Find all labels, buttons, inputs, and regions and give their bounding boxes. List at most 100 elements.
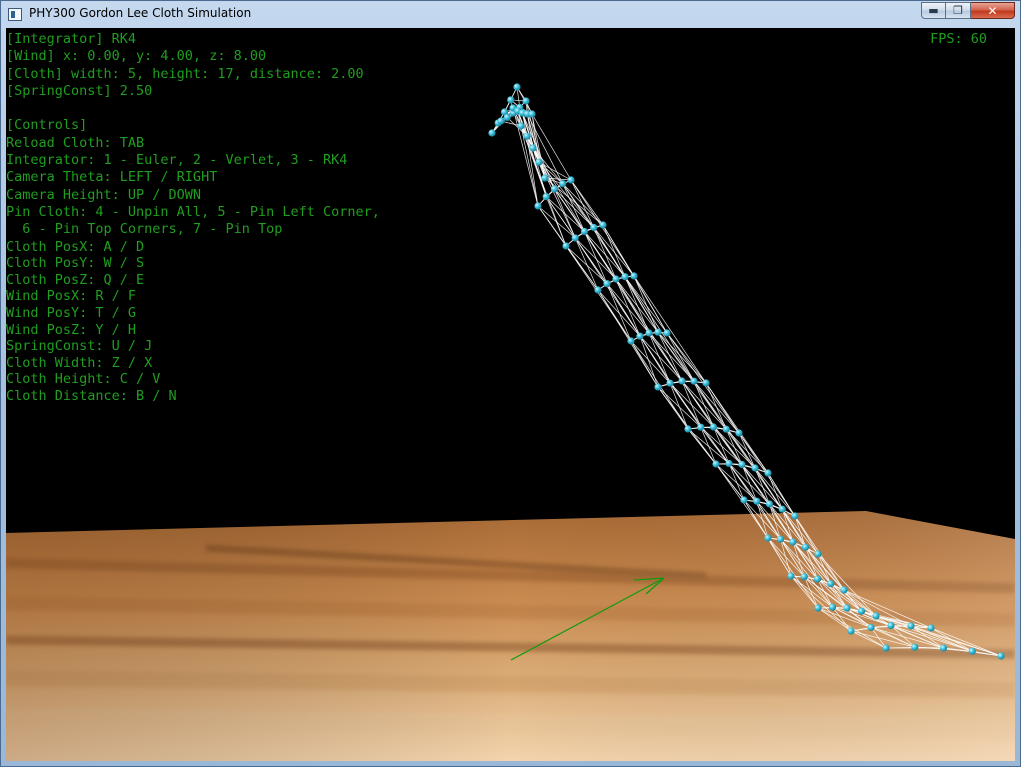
cloth-node bbox=[776, 535, 785, 543]
cloth-node bbox=[541, 174, 549, 182]
hud-control-line: Camera Theta: LEFT / RIGHT bbox=[6, 169, 218, 186]
cloth-node bbox=[666, 379, 674, 387]
cloth-node bbox=[523, 132, 531, 140]
cloth-node bbox=[522, 97, 530, 105]
cloth-node bbox=[887, 621, 895, 630]
cloth-node bbox=[814, 550, 822, 558]
hud-control-line: Wind PosY: T / G bbox=[6, 304, 137, 321]
window-app-icon[interactable] bbox=[8, 8, 22, 21]
cloth-node bbox=[645, 329, 653, 337]
cloth-node bbox=[529, 144, 537, 152]
cloth-node bbox=[738, 460, 746, 469]
app-window: PHY300 Gordon Lee Cloth Simulation ▬ ❐ ✕ bbox=[0, 0, 1021, 767]
cloth-spring bbox=[666, 332, 707, 384]
cloth-node bbox=[814, 604, 822, 612]
cloth-spring bbox=[700, 427, 717, 465]
cloth-node bbox=[690, 377, 698, 385]
cloth-node bbox=[654, 383, 662, 391]
cloth-node bbox=[550, 185, 559, 193]
hud-control-line: Cloth PosX: A / D bbox=[6, 238, 145, 255]
cloth-node bbox=[571, 234, 579, 242]
hud-control-line: Camera Height: UP / DOWN bbox=[6, 186, 202, 203]
cloth-node bbox=[778, 505, 786, 513]
cloth-node bbox=[800, 573, 808, 581]
cloth-node bbox=[488, 129, 496, 137]
cloth-node bbox=[567, 176, 575, 184]
render-viewport[interactable]: [Integrator] RK4 [Wind] x: 0.00, y: 4.00… bbox=[6, 28, 1015, 761]
cloth-node bbox=[847, 627, 855, 635]
cloth-node bbox=[654, 328, 662, 336]
floor-shade bbox=[6, 511, 1015, 761]
title-bar[interactable]: PHY300 Gordon Lee Cloth Simulation ▬ ❐ ✕ bbox=[1, 1, 1020, 28]
hud-control-line: Reload Cloth: TAB bbox=[6, 134, 145, 151]
cloth-node bbox=[562, 242, 570, 250]
cloth-spring bbox=[565, 245, 608, 284]
close-button[interactable]: ✕ bbox=[971, 2, 1015, 19]
cloth-node bbox=[722, 425, 730, 433]
minimize-button[interactable]: ▬ bbox=[921, 2, 946, 19]
cloth-node bbox=[764, 534, 772, 542]
cloth-spring bbox=[593, 227, 635, 277]
cloth-node bbox=[535, 158, 543, 166]
hud-control-line: Cloth Distance: B / N bbox=[6, 387, 177, 404]
cloth-node bbox=[753, 497, 761, 505]
cloth-node bbox=[997, 652, 1005, 660]
cloth-node bbox=[503, 113, 511, 122]
cloth-node bbox=[882, 644, 890, 652]
cloth-node bbox=[534, 202, 542, 210]
hud-panel: [Integrator] RK4 [Wind] x: 0.00, y: 4.00… bbox=[6, 31, 380, 405]
cloth-node bbox=[702, 379, 710, 387]
hud-spring-const: [SpringConst] 2.50 bbox=[6, 82, 153, 99]
close-icon: ✕ bbox=[987, 3, 998, 18]
cloth-node bbox=[684, 425, 692, 433]
maximize-icon: ❐ bbox=[953, 4, 963, 17]
cloth-node bbox=[907, 622, 915, 630]
cloth-node bbox=[712, 460, 720, 468]
caption-buttons: ▬ ❐ ✕ bbox=[921, 2, 1015, 21]
cloth-spring bbox=[606, 283, 632, 342]
hud-control-line: Cloth PosY: W / S bbox=[6, 255, 145, 272]
cloth-node bbox=[590, 223, 598, 232]
hud-control-line: Cloth PosZ: Q / E bbox=[6, 271, 145, 288]
cloth-node bbox=[507, 96, 515, 104]
cloth-node bbox=[939, 644, 948, 652]
cloth-node bbox=[663, 329, 671, 337]
cloth-node bbox=[559, 180, 567, 188]
maximize-button[interactable]: ❐ bbox=[946, 2, 971, 19]
cloth-node bbox=[911, 643, 919, 651]
cloth-spring bbox=[570, 179, 595, 228]
cloth-node bbox=[709, 423, 718, 431]
cloth-node bbox=[840, 586, 848, 594]
cloth-node bbox=[791, 512, 799, 520]
cloth-node bbox=[751, 464, 759, 472]
hud-control-line: 6 - Pin Top Corners, 7 - Pin Top bbox=[6, 221, 283, 238]
cloth-node bbox=[740, 496, 748, 504]
cloth-node bbox=[580, 227, 589, 236]
hud-control-line: Integrator: 1 - Euler, 2 - Verlet, 3 - R… bbox=[6, 152, 348, 169]
cloth-node bbox=[867, 623, 875, 632]
hud-control-line: SpringConst: U / J bbox=[6, 338, 153, 355]
cloth-spring bbox=[633, 275, 707, 384]
cloth-spring bbox=[639, 335, 683, 382]
cloth-spring bbox=[624, 276, 650, 334]
cloth-node bbox=[872, 612, 880, 620]
hud-control-line: Cloth Height: C / V bbox=[6, 371, 161, 388]
cloth-node bbox=[765, 500, 774, 508]
cloth-node bbox=[497, 117, 505, 125]
hud-control-line: Wind PosX: R / F bbox=[6, 288, 137, 305]
wood-floor bbox=[6, 511, 1015, 761]
cloth-node bbox=[787, 572, 795, 580]
cloth-node bbox=[542, 193, 550, 201]
cloth-node bbox=[735, 429, 743, 437]
hud-wind: [Wind] x: 0.00, y: 4.00, z: 8.00 bbox=[6, 48, 267, 65]
hud-control-line: Cloth Width: Z / X bbox=[6, 354, 153, 371]
cloth-node bbox=[599, 221, 607, 229]
cloth-spring bbox=[597, 289, 659, 388]
fps-counter: FPS: 60 bbox=[930, 31, 987, 47]
cloth-node bbox=[968, 647, 976, 655]
cloth-spring bbox=[615, 278, 641, 337]
cloth-node bbox=[857, 607, 866, 615]
cloth-node bbox=[764, 469, 772, 477]
cloth-node bbox=[612, 275, 620, 283]
cloth-node bbox=[789, 538, 797, 546]
